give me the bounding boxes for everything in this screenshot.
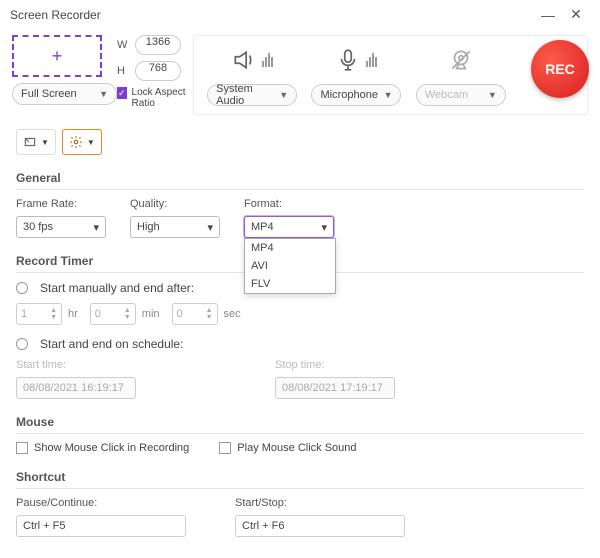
- quality-select[interactable]: High▾: [130, 216, 220, 238]
- format-dropdown: MP4 AVI FLV: [244, 238, 336, 294]
- start-time-label: Start time:: [16, 359, 251, 371]
- schedule-label: Start and end on schedule:: [40, 337, 183, 351]
- webcam-select[interactable]: Webcam▼: [416, 84, 506, 106]
- format-option-avi[interactable]: AVI: [245, 257, 335, 275]
- pause-shortcut-label: Pause/Continue:: [16, 497, 211, 509]
- stop-time-label: Stop time:: [275, 359, 510, 371]
- chevron-down-icon: ▼: [99, 89, 108, 99]
- device-panel: System Audio▼ Microphone▼ Webcam▼: [193, 35, 588, 115]
- format-option-flv[interactable]: FLV: [245, 275, 335, 293]
- section-general: General: [16, 165, 584, 190]
- width-input[interactable]: 1366: [135, 35, 181, 55]
- format-select[interactable]: MP4▾: [244, 216, 334, 238]
- chevron-down-icon: ▾: [321, 221, 327, 234]
- capture-mode-value: Full Screen: [21, 88, 77, 100]
- system-audio-select[interactable]: System Audio▼: [207, 84, 297, 106]
- chevron-down-icon: ▼: [488, 90, 497, 100]
- width-label: W: [117, 39, 129, 51]
- hours-unit: hr: [68, 308, 78, 320]
- microphone-select[interactable]: Microphone▼: [311, 84, 401, 106]
- capture-mode-select[interactable]: Full Screen ▼: [12, 83, 117, 105]
- minutes-unit: min: [142, 308, 160, 320]
- chevron-down-icon: ▼: [41, 138, 49, 147]
- settings-body: General Frame Rate: 30 fps▾ Quality: Hig…: [0, 165, 600, 537]
- start-shortcut-input[interactable]: Ctrl + F6: [235, 515, 405, 537]
- microphone-icon: [335, 47, 361, 76]
- format-option-mp4[interactable]: MP4: [245, 239, 335, 257]
- chevron-down-icon: ▼: [279, 90, 288, 100]
- record-button[interactable]: REC: [531, 40, 589, 98]
- frame-rate-label: Frame Rate:: [16, 198, 106, 210]
- show-click-checkbox[interactable]: [16, 442, 28, 454]
- seconds-input[interactable]: 0▲▼: [172, 303, 218, 325]
- height-input[interactable]: 768: [135, 61, 181, 81]
- chevron-down-icon: ▼: [384, 90, 393, 100]
- frame-rate-select[interactable]: 30 fps▾: [16, 216, 106, 238]
- format-label: Format:: [244, 198, 334, 210]
- play-sound-checkbox[interactable]: [219, 442, 231, 454]
- window-title: Screen Recorder: [10, 8, 101, 22]
- capture-region-button[interactable]: +: [12, 35, 102, 77]
- lock-aspect-checkbox[interactable]: ✓: [117, 87, 127, 99]
- schedule-radio[interactable]: [16, 338, 28, 350]
- title-bar: Screen Recorder — ✕: [0, 0, 600, 29]
- settings-tool-button[interactable]: ▼: [62, 129, 102, 155]
- webcam-icon: [448, 47, 474, 76]
- aspect-tool-button[interactable]: ▼: [16, 129, 56, 155]
- show-click-label: Show Mouse Click in Recording: [34, 442, 189, 454]
- top-panel: + Full Screen ▼ W 1366 H 768 ✓ Lock Aspe…: [0, 29, 600, 125]
- section-shortcut: Shortcut: [16, 464, 584, 489]
- chevron-down-icon: ▾: [207, 221, 213, 234]
- speaker-icon: [231, 47, 257, 76]
- stop-time-input[interactable]: 08/08/2021 17:19:17: [275, 377, 395, 399]
- start-shortcut-label: Start/Stop:: [235, 497, 405, 509]
- lock-aspect-label: Lock Aspect Ratio: [132, 87, 187, 109]
- chevron-down-icon: ▼: [87, 138, 95, 147]
- section-mouse: Mouse: [16, 409, 584, 434]
- seconds-unit: sec: [224, 308, 241, 320]
- pause-shortcut-input[interactable]: Ctrl + F5: [16, 515, 186, 537]
- hours-input[interactable]: 1▲▼: [16, 303, 62, 325]
- height-label: H: [117, 65, 129, 77]
- manual-end-label: Start manually and end after:: [40, 281, 194, 295]
- chevron-down-icon: ▾: [93, 221, 99, 234]
- minutes-input[interactable]: 0▲▼: [90, 303, 136, 325]
- mic-level-icon: [365, 53, 377, 70]
- close-button[interactable]: ✕: [562, 6, 590, 23]
- audio-level-icon: [261, 53, 273, 70]
- quality-label: Quality:: [130, 198, 220, 210]
- start-time-input[interactable]: 08/08/2021 16:19:17: [16, 377, 136, 399]
- toolbar: ▼ ▼: [0, 125, 600, 165]
- minimize-button[interactable]: —: [534, 7, 562, 23]
- manual-end-radio[interactable]: [16, 282, 28, 294]
- play-sound-label: Play Mouse Click Sound: [237, 442, 356, 454]
